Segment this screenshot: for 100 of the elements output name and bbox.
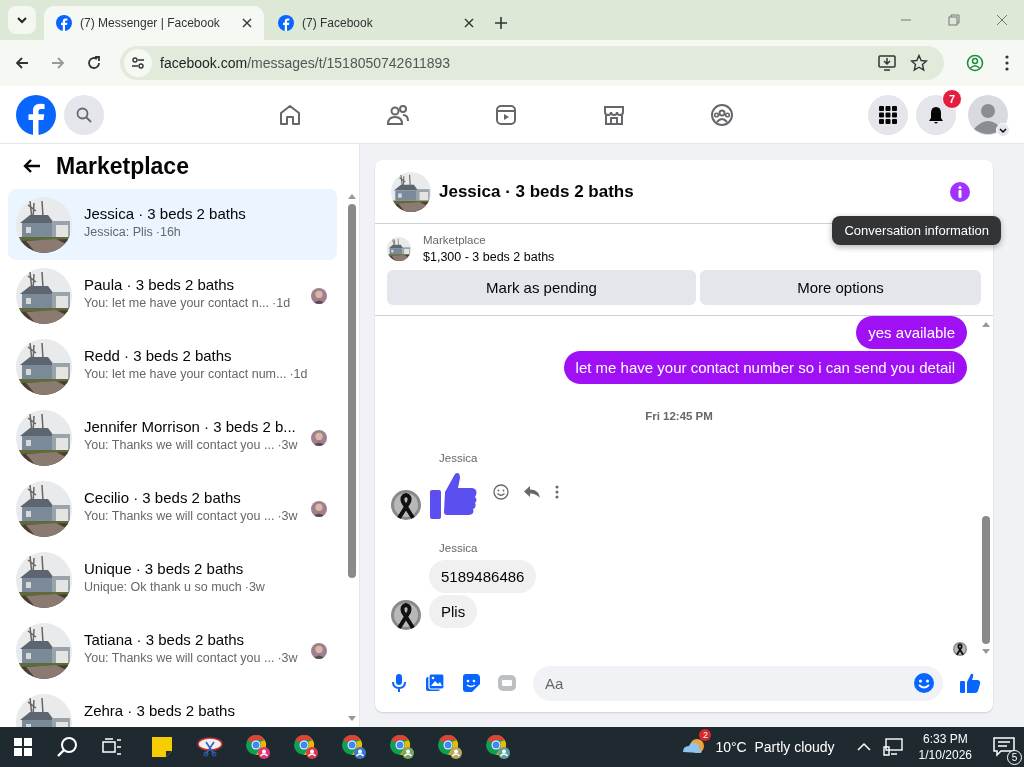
action-button[interactable]: More options (700, 270, 981, 305)
panel-title: Marketplace (56, 152, 189, 180)
info-icon[interactable] (949, 180, 971, 203)
caret-icon[interactable] (996, 122, 1010, 137)
reply-icon[interactable] (523, 484, 541, 500)
more-icon[interactable] (1004, 54, 1010, 72)
facebook-icon (56, 15, 72, 31)
site-settings-icon[interactable] (130, 55, 146, 71)
message-bubble: let me have your contact number so i can send you detail (563, 351, 967, 384)
scrollbar-thumb[interactable] (348, 204, 356, 578)
conversation-name: Zehra · 3 beds 2 baths (84, 702, 236, 719)
conversation-item[interactable]: Jennifer Morrison · 3 beds 2 b... You: Thanks we will contact you ... ·3w (8, 402, 337, 473)
browser-icon[interactable] (341, 734, 367, 760)
weather-text[interactable]: 10°C Partly cloudy (715, 739, 835, 755)
browser-icon[interactable] (293, 734, 319, 760)
start-icon[interactable] (14, 738, 32, 756)
action-button[interactable]: Mark as pending (387, 270, 697, 305)
clock-date: 1/10/2026 (918, 748, 972, 762)
message-bubble: yes available (856, 316, 967, 349)
conversation-item[interactable]: Cecilio · 3 beds 2 baths You: Thanks we will contact you ... ·3w (8, 473, 337, 544)
chevron-up-icon[interactable] (856, 742, 871, 752)
browser-icon[interactable] (389, 734, 415, 760)
back-icon[interactable] (14, 55, 30, 71)
browser-icon[interactable] (245, 734, 271, 760)
close-icon[interactable] (464, 18, 474, 28)
network-icon[interactable] (882, 738, 903, 756)
new-tab-icon[interactable] (494, 16, 508, 30)
conversation-name: Tatiana · 3 beds 2 baths (84, 631, 246, 648)
conversation-item[interactable]: Jessica · 3 beds 2 baths Jessica: Plis ·16h (8, 189, 337, 260)
search-button[interactable] (64, 94, 104, 135)
scroll-up-icon[interactable] (981, 320, 991, 328)
sticky-notes-icon[interactable] (151, 736, 173, 758)
conversation-item[interactable]: Paula · 3 beds 2 baths You: let me have your contact n... ·1d (8, 260, 337, 331)
conversation-item[interactable]: Redd · 3 beds 2 baths You: let me have your contact num... ·1d (8, 331, 337, 402)
close-icon[interactable] (242, 18, 252, 28)
message-preview: Unique: Ok thank u so much (84, 580, 242, 594)
message-time: ·3w (277, 651, 298, 665)
conversation-name: Unique · 3 beds 2 baths (84, 560, 245, 577)
url-text: facebook.com/messages/t/1518050742611893 (160, 55, 451, 71)
facebook-logo[interactable] (16, 94, 56, 135)
tooltip: Conversation information (832, 216, 1001, 245)
browser-tab[interactable]: (7) Messenger | Facebook (44, 6, 264, 40)
search-icon (76, 106, 92, 123)
conversation-item[interactable]: Unique · 3 beds 2 baths Unique: Ok thank u so much ·3w (8, 544, 337, 615)
reload-icon[interactable] (86, 55, 102, 71)
address-bar[interactable]: facebook.com/messages/t/1518050742611893 (120, 46, 944, 80)
emoji-icon[interactable] (913, 672, 935, 694)
message-preview: You: let me have your contact num... (84, 367, 287, 381)
timestamp: Fri 12:45 PM (645, 410, 713, 422)
notification-badge: 7 (942, 88, 962, 109)
star-icon[interactable] (910, 54, 928, 72)
more-icon[interactable] (555, 484, 559, 500)
message-time: ·3w (277, 438, 298, 452)
facebook-icon (278, 15, 294, 31)
task-view-icon[interactable] (102, 738, 122, 756)
tab-search-button[interactable] (8, 6, 36, 34)
caret-icon (16, 14, 28, 26)
home-icon[interactable] (278, 102, 302, 127)
forward-icon[interactable] (50, 55, 66, 71)
conversation-name: Redd · 3 beds 2 baths (84, 347, 233, 364)
browser-icon[interactable] (485, 734, 511, 760)
message-preview: You: Thanks we will contact you ... (84, 509, 275, 523)
weather-badge: 2 (699, 729, 712, 741)
scroll-down-icon[interactable] (981, 648, 991, 656)
clock-time: 6:33 PM (922, 732, 968, 746)
video-icon[interactable] (494, 102, 518, 127)
sender-name: Jessica (439, 542, 478, 554)
message-preview: You: Thanks we will contact you ... (84, 651, 275, 665)
message-time: ·1d (289, 367, 308, 381)
microphone-icon[interactable] (389, 673, 409, 693)
listing-label: Marketplace (423, 234, 487, 246)
sender-name: Jessica (439, 452, 478, 464)
scroll-up-icon[interactable] (347, 192, 357, 200)
image-icon[interactable] (425, 673, 445, 693)
clock[interactable]: 6:33 PM 1/10/2026 (918, 732, 972, 762)
install-app-icon[interactable] (878, 54, 896, 72)
browser-tab[interactable]: (7) Facebook (266, 6, 486, 40)
profile-icon[interactable] (966, 54, 984, 72)
emoji-icon[interactable] (493, 484, 509, 500)
conversation-name: Jessica · 3 beds 2 baths (84, 205, 247, 222)
friends-icon[interactable] (386, 102, 410, 127)
conversation-name: Paula · 3 beds 2 baths (84, 276, 236, 293)
notification-count: 5 (1007, 750, 1022, 765)
conversation-item[interactable]: Tatiana · 3 beds 2 baths You: Thanks we will contact you ... ·3w (8, 615, 337, 686)
message-time: ·1d (272, 296, 291, 310)
message-field[interactable]: Aa (533, 665, 943, 701)
browser-icon[interactable] (437, 734, 463, 760)
notifications-button[interactable] (916, 94, 956, 135)
thumbs-up-icon (429, 470, 479, 520)
menu-button[interactable] (868, 94, 908, 135)
scrollbar-thumb[interactable] (982, 516, 990, 644)
scroll-down-icon[interactable] (347, 715, 357, 723)
conversation-name: Cecilio · 3 beds 2 baths (84, 489, 242, 506)
tab-title: (7) Facebook (302, 16, 374, 30)
search-icon[interactable] (56, 736, 78, 758)
scissors-icon[interactable] (197, 736, 223, 758)
thumbs-up-icon[interactable] (959, 672, 981, 694)
sticker-icon[interactable] (461, 673, 481, 693)
groups-icon[interactable] (710, 102, 734, 127)
message-time: ·3w (244, 580, 265, 594)
